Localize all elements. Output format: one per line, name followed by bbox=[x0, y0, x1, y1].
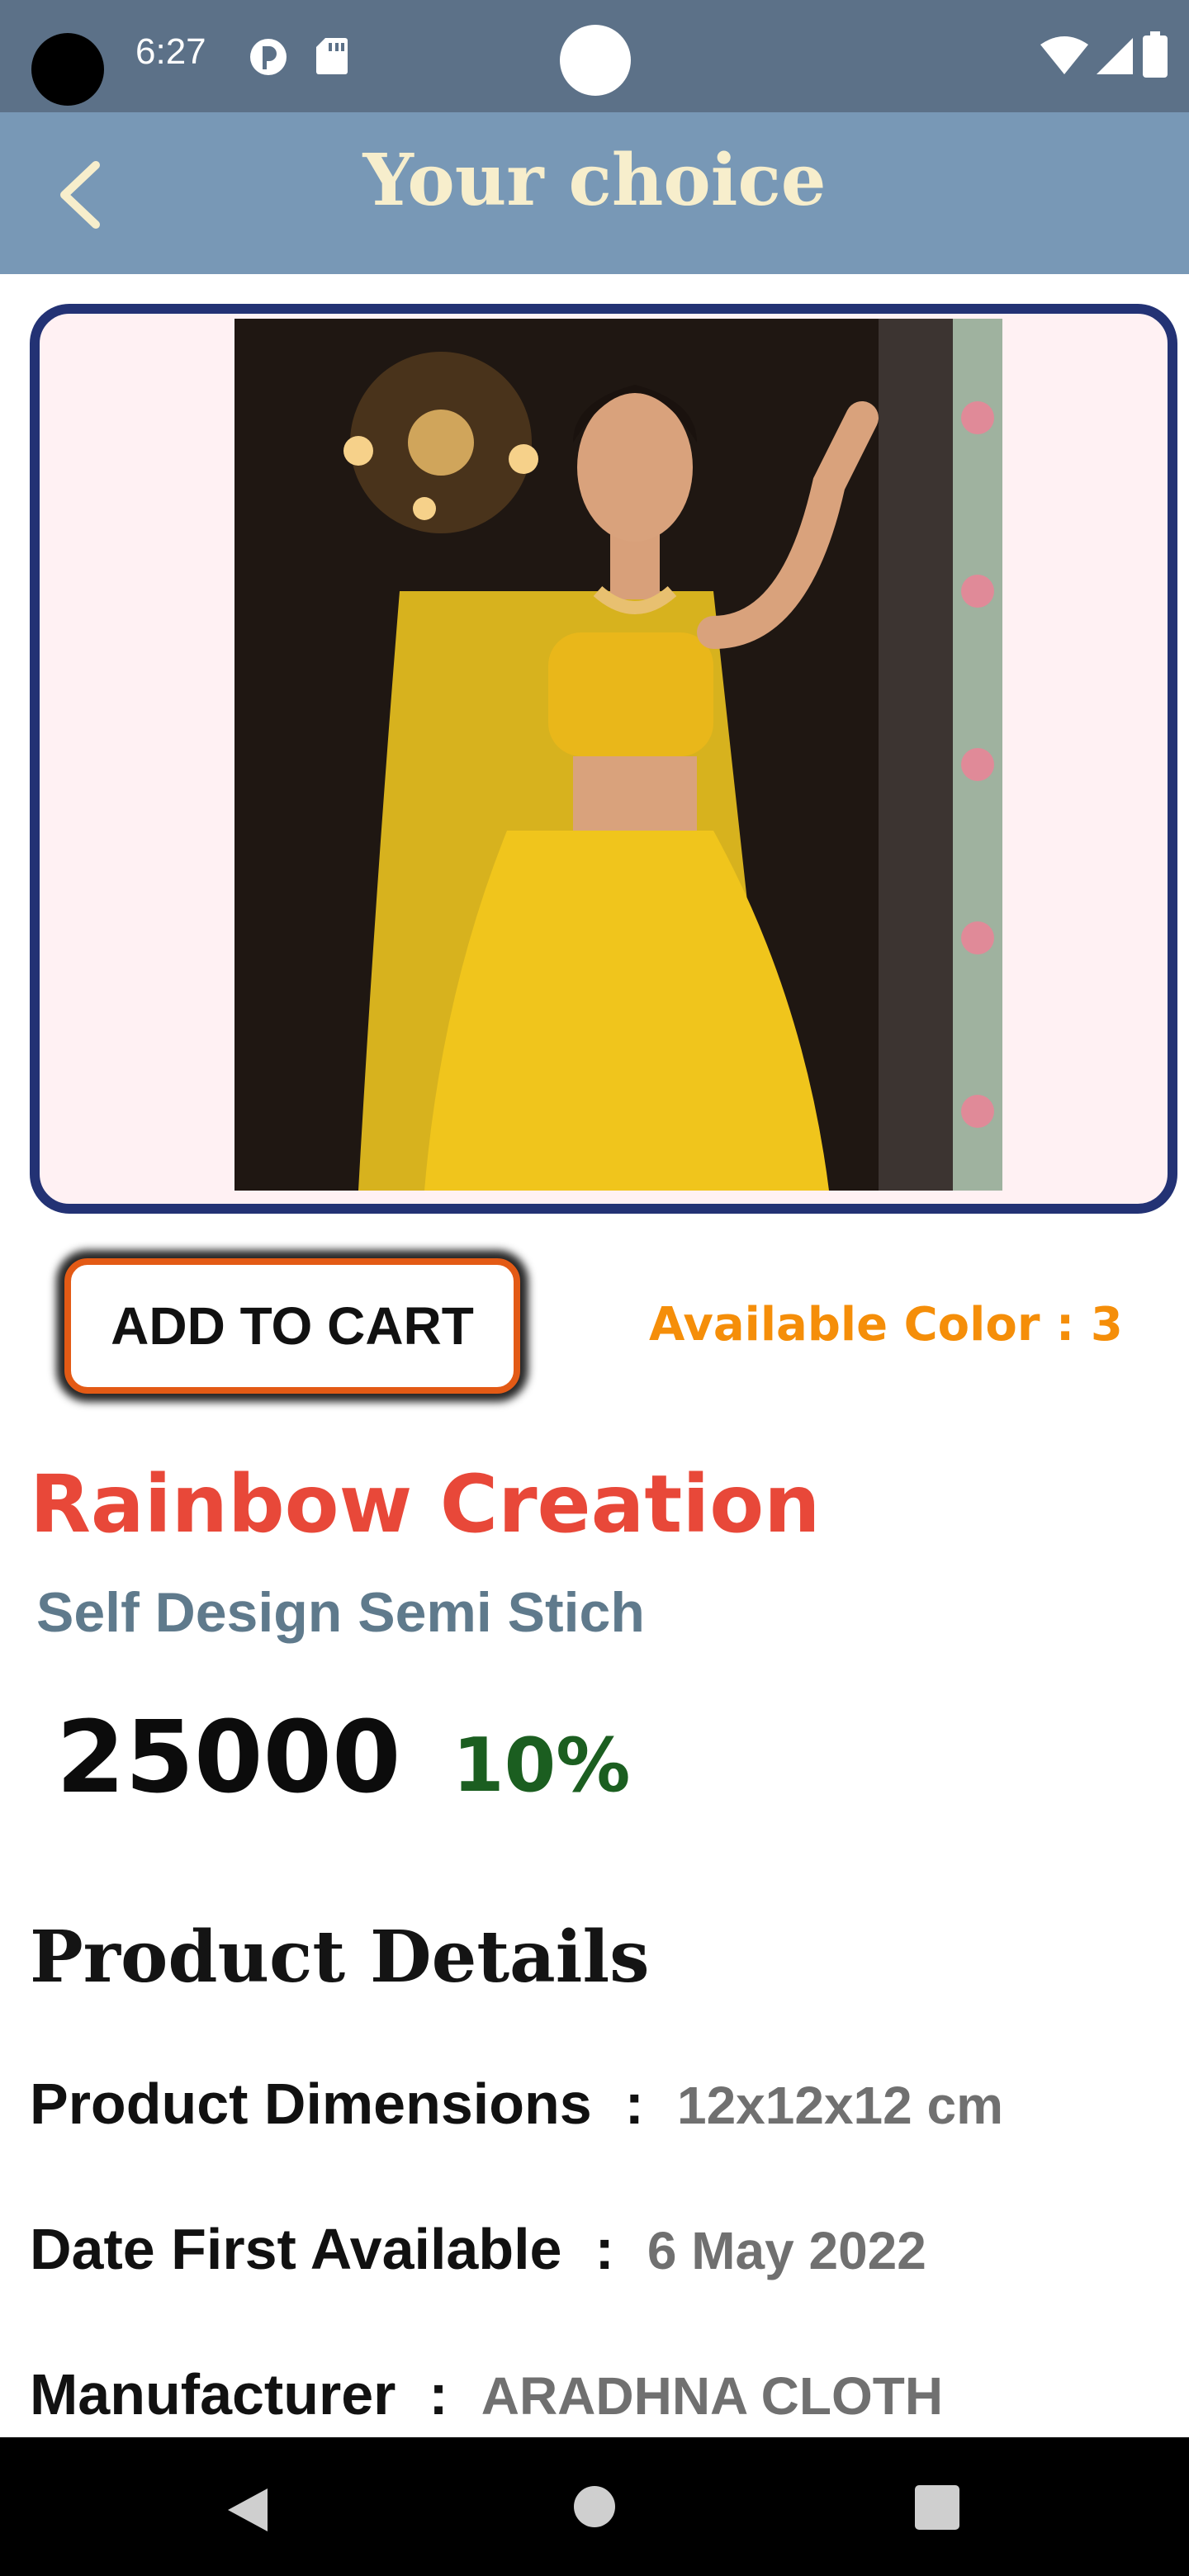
product-photo bbox=[234, 319, 1002, 1191]
nav-recents-icon[interactable] bbox=[915, 2485, 959, 2530]
status-bar: 6:27 bbox=[0, 0, 1189, 112]
detail-label: Manufacturer bbox=[30, 2362, 396, 2427]
status-time: 6:27 bbox=[135, 31, 206, 72]
wifi-icon bbox=[1040, 36, 1088, 74]
signal-icon bbox=[1097, 38, 1133, 74]
sd-card-icon bbox=[316, 38, 348, 74]
discount-badge: 10% bbox=[452, 1722, 631, 1809]
detail-separator: : bbox=[429, 2362, 448, 2427]
detail-label: Date First Available bbox=[30, 2217, 562, 2281]
detail-value: 12x12x12 cm bbox=[676, 2076, 1003, 2135]
add-to-cart-button[interactable]: ADD TO CART bbox=[64, 1258, 520, 1394]
detail-separator: : bbox=[624, 2072, 644, 2136]
battery-icon bbox=[1143, 31, 1168, 78]
detail-value: ARADHNA CLOTH bbox=[481, 2366, 944, 2426]
app-notification-icon bbox=[250, 39, 287, 75]
available-color-label: Available Color : 3 bbox=[649, 1298, 1123, 1352]
detail-row-manufacturer: Manufacturer: ARADHNA CLOTH bbox=[30, 2361, 943, 2427]
page-title: Your choice bbox=[362, 139, 827, 222]
product-details-heading: Product Details bbox=[30, 1915, 650, 1999]
product-image-frame bbox=[30, 304, 1177, 1214]
system-nav-bar bbox=[0, 2437, 1189, 2576]
product-name: Self Design Semi Stich bbox=[36, 1581, 645, 1644]
detail-label: Product Dimensions bbox=[30, 2072, 592, 2136]
detail-row-dimensions: Product Dimensions:12x12x12 cm bbox=[30, 2071, 1003, 2137]
camera-pill bbox=[560, 25, 631, 96]
nav-home-icon[interactable] bbox=[573, 2485, 616, 2528]
camera-cutout bbox=[31, 33, 104, 106]
detail-value: 6 May 2022 bbox=[647, 2221, 926, 2280]
nav-back-icon[interactable] bbox=[223, 2485, 272, 2535]
detail-row-date: Date First Available:6 May 2022 bbox=[30, 2216, 926, 2282]
price: 25000 bbox=[56, 1701, 401, 1816]
detail-separator: : bbox=[594, 2217, 614, 2281]
brand-name: Rainbow Creation bbox=[30, 1458, 821, 1551]
